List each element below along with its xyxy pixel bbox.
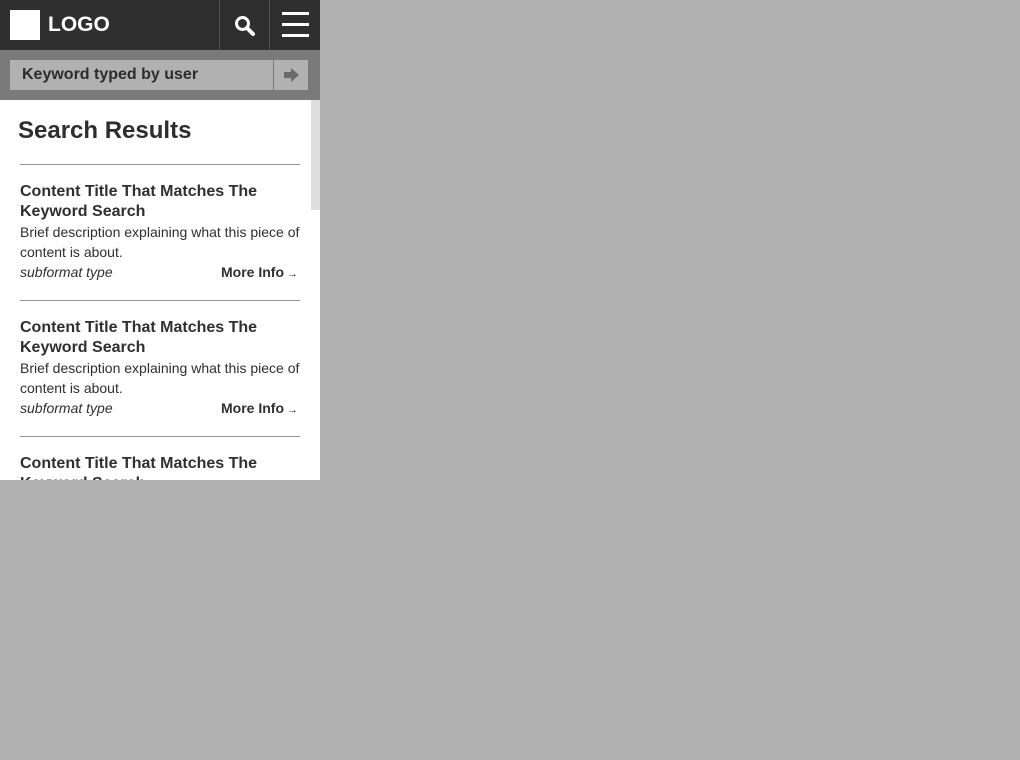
menu-button[interactable]	[269, 0, 319, 50]
more-info-label[interactable]: More Info	[221, 264, 284, 280]
search-results-panel[interactable]: Search Results Content Title That Matche…	[0, 100, 310, 480]
results-heading: Search Results	[18, 117, 192, 144]
more-info-link[interactable]: More Info →	[221, 398, 298, 420]
result-item: Content Title That Matches The Keyword S…	[20, 454, 300, 480]
result-title[interactable]: Content Title That Matches The Keyword S…	[20, 182, 300, 222]
search-icon	[235, 16, 255, 36]
search-submit-button[interactable]	[274, 60, 308, 90]
result-description: Brief description explaining what this p…	[20, 224, 300, 260]
search-button[interactable]	[219, 0, 269, 50]
divider	[20, 436, 300, 437]
mobile-app-frame: LOGO Keyword typed by user Search Result…	[0, 0, 320, 480]
arrow-right-icon: →	[287, 268, 298, 280]
result-meta: subformat type More Info →	[20, 262, 300, 282]
result-item: Content Title That Matches The Keyword S…	[20, 318, 300, 418]
logo-mark[interactable]	[10, 10, 40, 40]
result-item: Content Title That Matches The Keyword S…	[20, 182, 300, 282]
search-input[interactable]: Keyword typed by user	[10, 60, 273, 90]
scrollbar-thumb[interactable]	[311, 100, 320, 210]
result-title[interactable]: Content Title That Matches The Keyword S…	[20, 454, 300, 480]
divider	[20, 300, 300, 301]
arrow-right-icon: →	[287, 404, 298, 416]
result-subformat-type: subformat type	[20, 264, 113, 280]
more-info-link[interactable]: More Info →	[221, 262, 298, 284]
logo-text[interactable]: LOGO	[48, 13, 110, 37]
result-subformat-type: subformat type	[20, 400, 113, 416]
more-info-label[interactable]: More Info	[221, 400, 284, 416]
search-bar: Keyword typed by user	[0, 50, 320, 100]
divider	[20, 164, 300, 165]
header-bar: LOGO	[0, 0, 320, 50]
result-meta: subformat type More Info →	[20, 398, 300, 418]
arrow-right-icon	[284, 68, 299, 82]
result-description: Brief description explaining what this p…	[20, 360, 300, 396]
result-title[interactable]: Content Title That Matches The Keyword S…	[20, 318, 300, 358]
